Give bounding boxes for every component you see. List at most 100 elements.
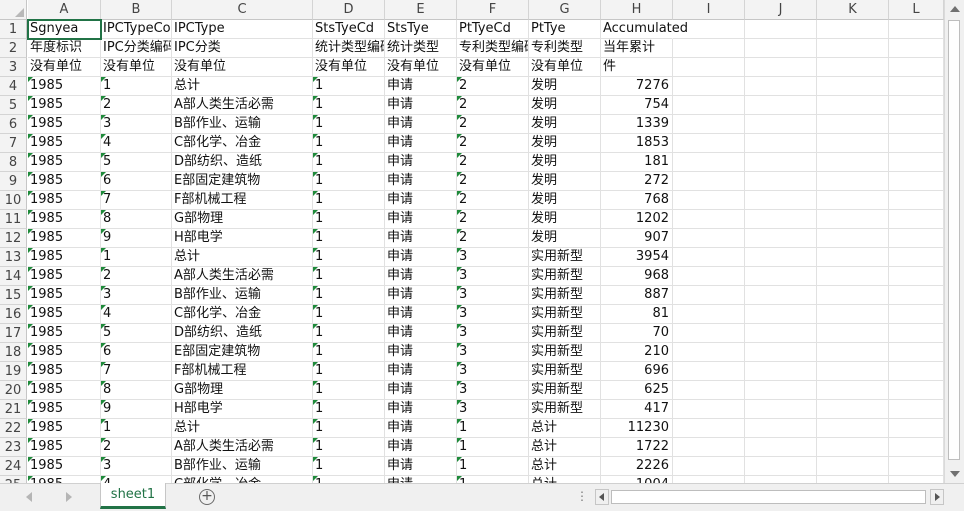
cell-j25[interactable] <box>745 476 817 483</box>
cell-e17[interactable]: 申请 <box>385 324 457 343</box>
column-header-l[interactable]: L <box>889 0 944 20</box>
cell-b3[interactable]: 没有单位 <box>101 58 172 77</box>
scroll-down-icon[interactable] <box>950 471 960 477</box>
cell-l23[interactable] <box>889 438 944 457</box>
cell-c15[interactable]: B部作业、运输 <box>172 286 313 305</box>
cell-i12[interactable] <box>673 229 745 248</box>
cell-k20[interactable] <box>817 381 889 400</box>
cell-c24[interactable]: B部作业、运输 <box>172 457 313 476</box>
cell-j17[interactable] <box>745 324 817 343</box>
cell-b4[interactable]: 1 <box>101 77 172 96</box>
cell-c6[interactable]: B部作业、运输 <box>172 115 313 134</box>
cell-e4[interactable]: 申请 <box>385 77 457 96</box>
cell-g15[interactable]: 实用新型 <box>529 286 601 305</box>
cell-b12[interactable]: 9 <box>101 229 172 248</box>
cell-j10[interactable] <box>745 191 817 210</box>
cell-j12[interactable] <box>745 229 817 248</box>
cell-a13[interactable]: 1985 <box>28 248 101 267</box>
cell-d5[interactable]: 1 <box>313 96 385 115</box>
cell-f22[interactable]: 1 <box>457 419 529 438</box>
cell-l18[interactable] <box>889 343 944 362</box>
cell-k5[interactable] <box>817 96 889 115</box>
cell-k7[interactable] <box>817 134 889 153</box>
cell-h11[interactable]: 1202 <box>601 210 673 229</box>
cell-l19[interactable] <box>889 362 944 381</box>
cell-e2[interactable]: 统计类型 <box>385 39 457 58</box>
cell-h1[interactable]: Accumulated <box>601 20 688 39</box>
cell-i24[interactable] <box>673 457 745 476</box>
cell-l13[interactable] <box>889 248 944 267</box>
cell-h5[interactable]: 754 <box>601 96 673 115</box>
row-header[interactable]: 24 <box>0 457 27 476</box>
cell-k6[interactable] <box>817 115 889 134</box>
cell-e9[interactable]: 申请 <box>385 172 457 191</box>
cell-e25[interactable]: 申请 <box>385 476 457 483</box>
cell-h13[interactable]: 3954 <box>601 248 673 267</box>
row-header[interactable]: 18 <box>0 343 27 362</box>
cell-k13[interactable] <box>817 248 889 267</box>
cell-k24[interactable] <box>817 457 889 476</box>
cell-l9[interactable] <box>889 172 944 191</box>
cell-j22[interactable] <box>745 419 817 438</box>
cell-h21[interactable]: 417 <box>601 400 673 419</box>
row-header[interactable]: 22 <box>0 419 27 438</box>
cell-c16[interactable]: C部化学、冶金 <box>172 305 313 324</box>
cell-b19[interactable]: 7 <box>101 362 172 381</box>
row-header[interactable]: 11 <box>0 210 27 229</box>
cell-b7[interactable]: 4 <box>101 134 172 153</box>
cell-h4[interactable]: 7276 <box>601 77 673 96</box>
column-header-e[interactable]: E <box>385 0 457 20</box>
cell-i23[interactable] <box>673 438 745 457</box>
cell-a12[interactable]: 1985 <box>28 229 101 248</box>
cell-f24[interactable]: 1 <box>457 457 529 476</box>
cell-f1[interactable]: PtTyeCd <box>457 20 529 39</box>
row-header[interactable]: 15 <box>0 286 27 305</box>
row-header[interactable]: 21 <box>0 400 27 419</box>
cell-g16[interactable]: 实用新型 <box>529 305 601 324</box>
cell-l3[interactable] <box>889 58 944 77</box>
cell-k10[interactable] <box>817 191 889 210</box>
cell-i18[interactable] <box>673 343 745 362</box>
cell-g25[interactable]: 总计 <box>529 476 601 483</box>
cell-f13[interactable]: 3 <box>457 248 529 267</box>
cell-k1[interactable] <box>817 20 889 39</box>
cell-g23[interactable]: 总计 <box>529 438 601 457</box>
row-header[interactable]: 3 <box>0 58 27 77</box>
row-header[interactable]: 17 <box>0 324 27 343</box>
cell-a17[interactable]: 1985 <box>28 324 101 343</box>
cell-l7[interactable] <box>889 134 944 153</box>
cell-j13[interactable] <box>745 248 817 267</box>
cell-b14[interactable]: 2 <box>101 267 172 286</box>
cell-f8[interactable]: 2 <box>457 153 529 172</box>
cell-j4[interactable] <box>745 77 817 96</box>
cell-i16[interactable] <box>673 305 745 324</box>
cell-i4[interactable] <box>673 77 745 96</box>
cell-f9[interactable]: 2 <box>457 172 529 191</box>
cell-c23[interactable]: A部人类生活必需 <box>172 438 313 457</box>
cell-e7[interactable]: 申请 <box>385 134 457 153</box>
cell-c8[interactable]: D部纺织、造纸 <box>172 153 313 172</box>
cell-a25[interactable]: 1985 <box>28 476 101 483</box>
cell-h24[interactable]: 2226 <box>601 457 673 476</box>
cell-c12[interactable]: H部电学 <box>172 229 313 248</box>
cell-g3[interactable]: 没有单位 <box>529 58 601 77</box>
cell-c18[interactable]: E部固定建筑物 <box>172 343 313 362</box>
cell-j9[interactable] <box>745 172 817 191</box>
cell-h20[interactable]: 625 <box>601 381 673 400</box>
row-header[interactable]: 9 <box>0 172 27 191</box>
cell-l4[interactable] <box>889 77 944 96</box>
cell-c22[interactable]: 总计 <box>172 419 313 438</box>
cell-j6[interactable] <box>745 115 817 134</box>
cell-e6[interactable]: 申请 <box>385 115 457 134</box>
cell-c14[interactable]: A部人类生活必需 <box>172 267 313 286</box>
cell-a23[interactable]: 1985 <box>28 438 101 457</box>
cell-e12[interactable]: 申请 <box>385 229 457 248</box>
row-header[interactable]: 8 <box>0 153 27 172</box>
row-header[interactable]: 6 <box>0 115 27 134</box>
cell-g5[interactable]: 发明 <box>529 96 601 115</box>
cell-a14[interactable]: 1985 <box>28 267 101 286</box>
cell-d13[interactable]: 1 <box>313 248 385 267</box>
cell-b17[interactable]: 5 <box>101 324 172 343</box>
cell-c4[interactable]: 总计 <box>172 77 313 96</box>
cell-j7[interactable] <box>745 134 817 153</box>
